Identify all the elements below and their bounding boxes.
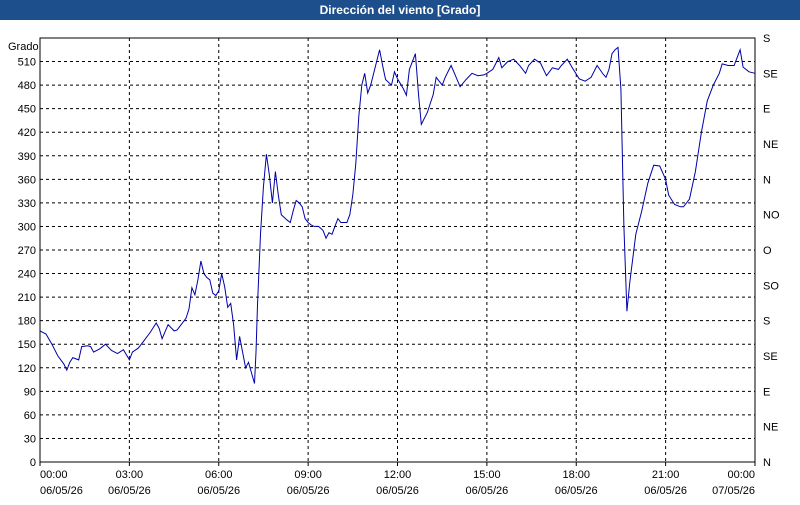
- y-tick-label: 0: [30, 457, 36, 469]
- x-tick-date: 06/05/26: [555, 485, 598, 497]
- wind-direction-chart: Grado 0 30 60 90 120 150 180 210 240 270 300 330 360…: [8, 33, 780, 497]
- y-axis-title: Grado: [8, 41, 39, 53]
- y-tick-label: 390: [18, 151, 36, 163]
- x-tick-date: 07/05/26: [712, 485, 755, 497]
- y-tick-label: 360: [18, 174, 36, 186]
- right-axis-label: NE: [763, 139, 778, 151]
- right-axis-label: N: [763, 174, 771, 186]
- chart-title: Dirección del viento [Grado]: [0, 0, 800, 20]
- y-tick-label: 270: [18, 245, 36, 257]
- y-tick-label: 240: [18, 269, 36, 281]
- right-axis-label: SE: [763, 351, 778, 363]
- x-tick-time: 00:00: [40, 469, 68, 481]
- x-tick-date: 06/05/26: [197, 485, 240, 497]
- y-tick-label: 90: [24, 386, 36, 398]
- x-tick-time: 06:00: [205, 469, 233, 481]
- x-tick-date: 06/05/26: [644, 485, 687, 497]
- y-tick-label: 300: [18, 221, 36, 233]
- right-axis-label: SO: [763, 280, 779, 292]
- y-tick-label: 120: [18, 363, 36, 375]
- x-tick-time: 18:00: [562, 469, 590, 481]
- x-tick-time: 15:00: [473, 469, 501, 481]
- y-tick-label: 510: [18, 57, 36, 69]
- x-tick-time: 12:00: [384, 469, 412, 481]
- x-tick-time: 21:00: [652, 469, 680, 481]
- y-tick-label: 60: [24, 410, 36, 422]
- x-tick-date: 06/05/26: [376, 485, 419, 497]
- right-axis-label: SE: [763, 68, 778, 80]
- right-axis-label: E: [763, 104, 770, 116]
- x-tick-time: 09:00: [294, 469, 322, 481]
- y-tick-label: 330: [18, 198, 36, 210]
- right-axis-label: E: [763, 386, 770, 398]
- right-axis-label: NO: [763, 210, 780, 222]
- x-tick-date: 06/05/26: [108, 485, 151, 497]
- right-axis-label: S: [763, 316, 770, 328]
- x-tick-date: 06/05/26: [287, 485, 330, 497]
- y-tick-label: 30: [24, 433, 36, 445]
- y-tick-label: 420: [18, 127, 36, 139]
- y-tick-label: 150: [18, 339, 36, 351]
- y-tick-label: 480: [18, 80, 36, 92]
- chart-area: Grado 0 30 60 90 120 150 180 210 240 270 300 330 360…: [0, 20, 800, 500]
- x-tick-date: 06/05/26: [465, 485, 508, 497]
- right-axis-label: S: [763, 33, 770, 45]
- grid: [40, 38, 755, 462]
- axes: 0 30 60 90 120 150 180 210 240 270 300 330 360 390 420…: [18, 33, 780, 497]
- right-axis-label: N: [763, 457, 771, 469]
- right-axis-label: NE: [763, 422, 778, 434]
- y-tick-label: 450: [18, 104, 36, 116]
- x-tick-time: 03:00: [116, 469, 144, 481]
- x-tick-date: 06/05/26: [40, 485, 83, 497]
- right-axis-label: O: [763, 245, 772, 257]
- y-tick-label: 180: [18, 316, 36, 328]
- y-tick-label: 210: [18, 292, 36, 304]
- x-tick-time: 00:00: [727, 469, 755, 481]
